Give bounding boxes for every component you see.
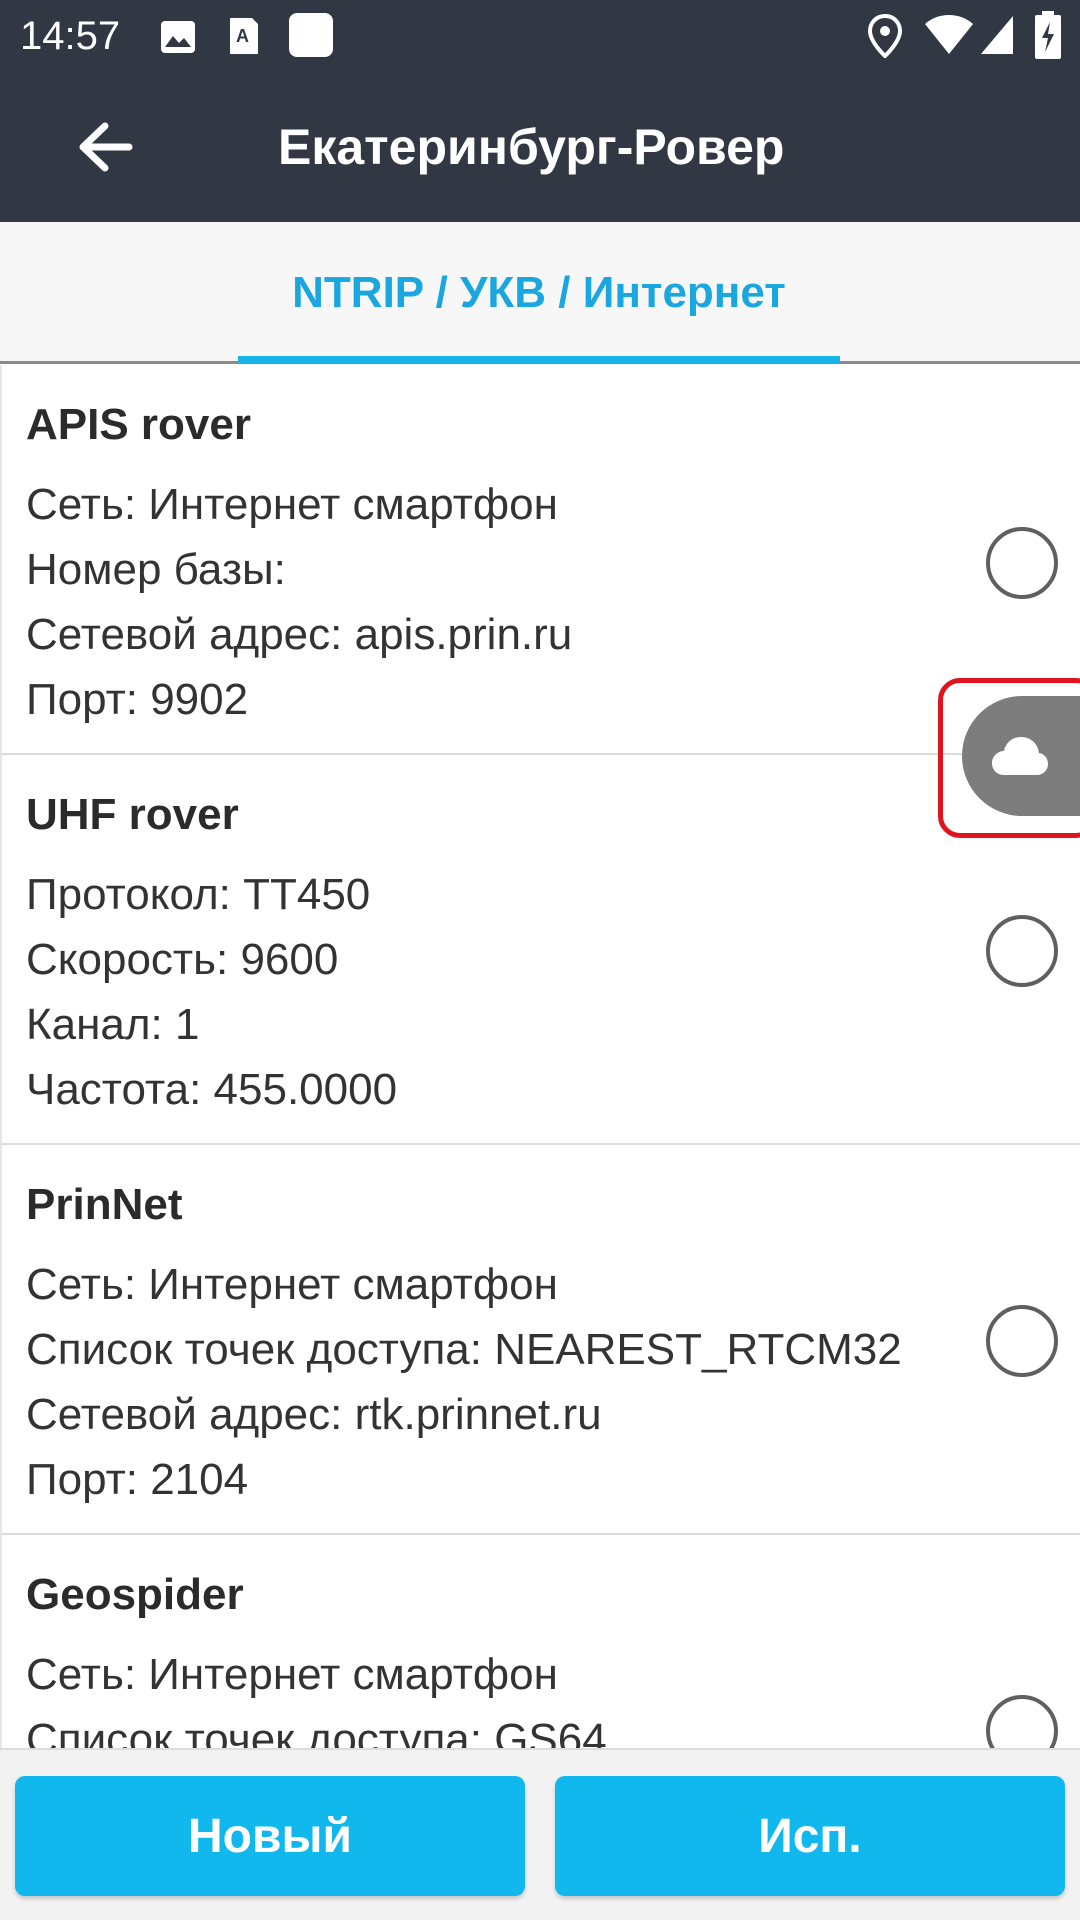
back-button[interactable] [60, 112, 150, 182]
item-line: Сетевой адрес: apis.prin.ru [26, 610, 573, 659]
gallery-notification-icon [161, 21, 195, 53]
item-line: Сеть: Интернет смартфон [26, 1650, 558, 1699]
location-icon [868, 14, 902, 58]
item-line: Скорость: 9600 [26, 935, 339, 984]
app-notification-icon [289, 13, 333, 57]
new-button[interactable]: Новый [15, 1776, 525, 1896]
wifi-icon [925, 15, 973, 54]
profile-list[interactable]: APIS rover Сеть: Интернет смартфон Номер… [0, 365, 1080, 1748]
app-bar: Екатеринбург-Ровер [0, 72, 1080, 222]
item-name: Geospider [26, 1570, 244, 1619]
item-line: Номер базы: [26, 545, 286, 594]
svg-text:A: A [236, 26, 249, 46]
list-item-uhf-rover[interactable]: UHF rover Протокол: TT450 Скорость: 9600… [0, 755, 1080, 1145]
item-line: Список точек доступа: NEAREST_RTCM32 [26, 1325, 902, 1374]
radio-button[interactable] [986, 527, 1058, 599]
tab-indicator [238, 356, 840, 364]
tab-bar: NTRIP / УКВ / Интернет [0, 222, 1080, 364]
radio-button[interactable] [986, 1305, 1058, 1377]
bottom-bar: Новый Исп. [0, 1748, 1080, 1920]
item-line: Протокол: TT450 [26, 870, 371, 919]
item-line: Частота: 455.0000 [26, 1065, 398, 1114]
text-notification-icon: A [230, 18, 258, 54]
highlight-box [938, 678, 1080, 838]
item-line: Сеть: Интернет смартфон [26, 1260, 558, 1309]
status-bar: 14:57 A [0, 0, 1080, 72]
item-line: Сетевой адрес: rtk.prinnet.ru [26, 1390, 602, 1439]
item-name: APIS rover [26, 400, 251, 449]
item-line: Список точек доступа: GS64 [26, 1715, 607, 1748]
arrow-left-icon [79, 122, 133, 172]
item-line: Порт: 2104 [26, 1455, 249, 1504]
radio-button[interactable] [986, 1695, 1058, 1748]
status-time: 14:57 [20, 14, 121, 58]
item-name: UHF rover [26, 790, 239, 839]
battery-charging-icon [1035, 11, 1061, 59]
item-line: Порт: 9902 [26, 675, 249, 724]
radio-button[interactable] [986, 915, 1058, 987]
use-button[interactable]: Исп. [555, 1776, 1065, 1896]
list-item-prinnet[interactable]: PrinNet Сеть: Интернет смартфон Список т… [0, 1145, 1080, 1535]
signal-icon [981, 16, 1013, 54]
item-name: PrinNet [26, 1180, 183, 1229]
tab-ntrip-uhf-internet[interactable]: NTRIP / УКВ / Интернет [238, 222, 840, 364]
page-title: Екатеринбург-Ровер [278, 119, 785, 175]
item-line: Сеть: Интернет смартфон [26, 480, 558, 529]
list-item-apis-rover[interactable]: APIS rover Сеть: Интернет смартфон Номер… [0, 365, 1080, 755]
item-line: Канал: 1 [26, 1000, 200, 1049]
list-item-geospider[interactable]: Geospider Сеть: Интернет смартфон Список… [0, 1535, 1080, 1748]
